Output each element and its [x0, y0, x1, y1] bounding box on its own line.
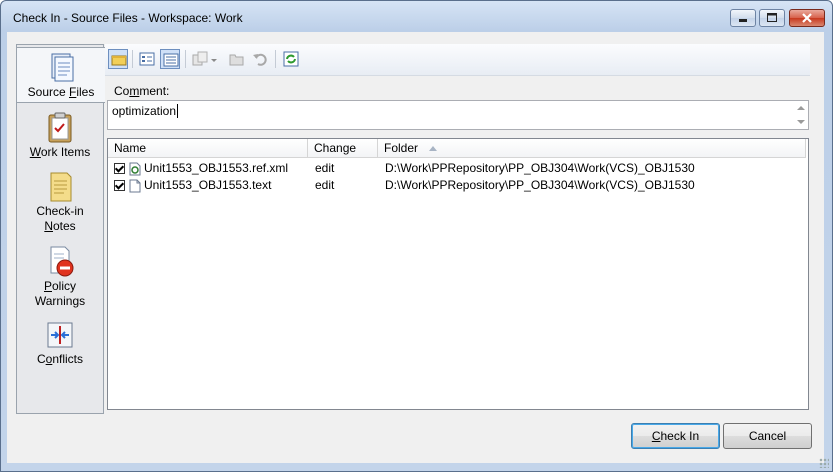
xml-file-icon — [129, 162, 141, 176]
toolbar-separator — [185, 50, 186, 68]
open-folder-button[interactable] — [227, 49, 247, 69]
source-files-icon — [51, 53, 74, 82]
resize-grip[interactable] — [819, 458, 829, 468]
comment-text: optimization — [112, 104, 179, 118]
tag-button[interactable] — [108, 49, 128, 69]
tag-icon — [111, 55, 127, 66]
file-name: Unit1553_OBJ1553.text — [144, 178, 272, 192]
sidebar-item-policy-warnings[interactable]: Policy Warnings — [17, 245, 103, 309]
open-folder-icon — [229, 54, 244, 66]
maximize-button[interactable] — [759, 9, 785, 27]
column-header-name[interactable]: Name — [108, 139, 308, 158]
conflicts-icon — [47, 322, 73, 348]
refresh-button[interactable] — [281, 49, 301, 69]
minimize-icon — [739, 19, 747, 22]
toolbar — [105, 44, 810, 76]
undo-button[interactable] — [250, 49, 270, 69]
policy-warnings-icon — [50, 246, 74, 277]
file-name: Unit1553_OBJ1553.ref.xml — [144, 161, 289, 175]
column-header-change[interactable]: Change — [308, 139, 378, 158]
check-in-button[interactable]: Check In — [631, 423, 720, 449]
sidebar-item-label: Check-in — [36, 204, 84, 218]
row-checkbox[interactable] — [114, 163, 125, 174]
comment-label: Comment: — [114, 84, 170, 98]
text-file-icon — [129, 179, 141, 193]
details-view-button[interactable] — [160, 49, 180, 69]
compare-icon — [192, 51, 208, 66]
window-title: Check In - Source Files - Workspace: Wor… — [13, 11, 243, 25]
checkin-notes-icon — [50, 172, 72, 202]
title-bar[interactable]: Check In - Source Files - Workspace: Wor… — [1, 1, 832, 35]
sidebar-item-source-files[interactable]: Source Files — [16, 47, 105, 103]
undo-icon — [253, 53, 267, 66]
scroll-down-icon[interactable] — [797, 120, 805, 124]
cancel-button[interactable]: Cancel — [723, 423, 812, 449]
compare-button[interactable] — [190, 49, 210, 69]
file-change: edit — [315, 178, 335, 192]
table-row[interactable]: Unit1553_OBJ1553.ref.xml edit D:\Work\PP… — [108, 160, 808, 177]
compare-dropdown[interactable] — [209, 49, 219, 69]
toolbar-separator — [132, 50, 133, 68]
list-view-icon — [139, 52, 155, 66]
file-folder: D:\Work\PPRepository\PP_OBJ304\Work(VCS)… — [385, 178, 695, 192]
sidebar-item-label: Conflicts — [36, 352, 84, 366]
sort-ascending-icon — [429, 146, 437, 151]
maximize-icon — [767, 13, 777, 22]
dropdown-arrow-icon — [211, 59, 217, 62]
sidebar-item-label: Work Items — [29, 145, 91, 159]
sidebar-item-label: Source Files — [27, 85, 95, 99]
close-icon — [802, 13, 812, 23]
pending-changes-list: Name Change Folder Unit1553_OBJ1553.ref.… — [107, 138, 809, 410]
refresh-icon — [283, 51, 299, 67]
comment-scrollbar[interactable] — [793, 101, 808, 129]
minimize-button[interactable] — [730, 9, 756, 27]
work-items-icon — [48, 112, 72, 143]
sidebar-item-conflicts[interactable]: Conflicts — [17, 320, 103, 370]
sidebar-item-label: Policy — [43, 279, 77, 293]
scroll-up-icon[interactable] — [797, 106, 805, 110]
column-header-label: Folder — [384, 141, 419, 155]
file-change: edit — [315, 161, 335, 175]
close-button[interactable] — [789, 9, 825, 27]
toolbar-separator — [275, 50, 276, 68]
sidebar-item-checkin-notes[interactable]: Check-in Notes — [17, 170, 103, 234]
row-checkbox[interactable] — [114, 180, 125, 191]
list-view-button[interactable] — [137, 49, 157, 69]
text-caret — [177, 104, 179, 118]
table-row[interactable]: Unit1553_OBJ1553.text edit D:\Work\PPRep… — [108, 177, 808, 194]
details-view-icon — [163, 53, 179, 67]
column-header-folder[interactable]: Folder — [378, 139, 806, 158]
file-folder: D:\Work\PPRepository\PP_OBJ304\Work(VCS)… — [385, 161, 695, 175]
sidebar-item-label-line2: Notes — [44, 219, 76, 233]
sidebar-item-work-items[interactable]: Work Items — [17, 111, 103, 161]
comment-input[interactable]: optimization — [107, 100, 809, 130]
channel-sidebar: Source Files Work Items Check-in Notes P… — [16, 44, 105, 414]
sidebar-item-label-line2: Warnings — [34, 294, 86, 308]
